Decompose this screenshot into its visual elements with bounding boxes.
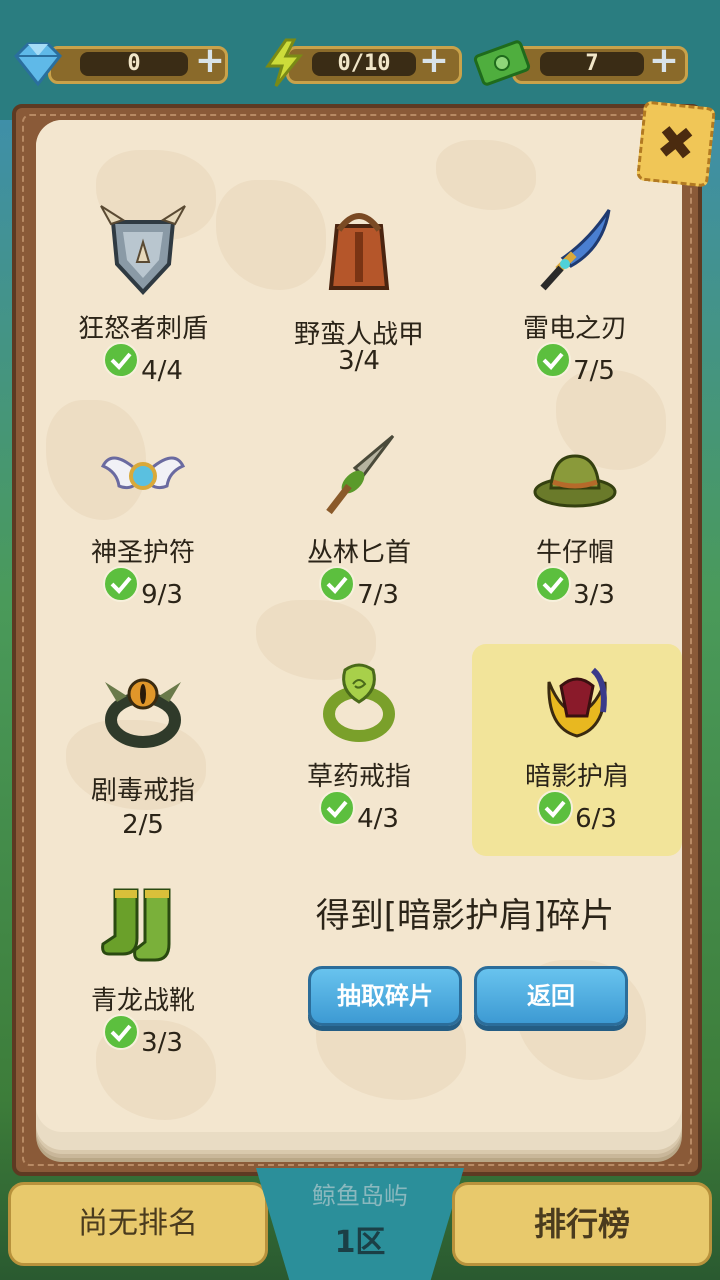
item-count: 4/3: [357, 804, 399, 834]
item-progress: 7/3: [254, 566, 464, 610]
item-count: 9/3: [141, 580, 183, 610]
item-name: 牛仔帽: [535, 538, 614, 568]
cash-counter: 7 +: [472, 38, 690, 88]
item-count: 4/4: [141, 356, 183, 386]
check-icon: [537, 790, 574, 826]
cowboy-hat-icon: [533, 454, 617, 508]
item-count: 3/4: [338, 346, 380, 376]
spiked-shield-icon: [100, 205, 186, 295]
cash-icon: [473, 40, 531, 86]
item-progress: 9/3: [38, 566, 248, 610]
item-count: 3/3: [141, 1028, 183, 1058]
close-button[interactable]: ✖: [636, 100, 716, 188]
check-icon: [103, 1014, 140, 1050]
item-count: 3/3: [573, 580, 615, 610]
energy-value: 0/10: [312, 52, 416, 76]
item-progress: 3/3: [470, 566, 680, 610]
shoulder-pad-icon: [547, 667, 607, 738]
jungle-dagger-icon: [326, 434, 395, 515]
back-button[interactable]: 返回: [474, 966, 628, 1026]
green-boots-icon: [101, 888, 171, 962]
item-count: 7/3: [357, 580, 399, 610]
cash-value: 7: [540, 52, 644, 76]
lightning-icon: [265, 38, 304, 87]
item-slot-leather-armor[interactable]: 野蛮人战甲 3/4: [254, 188, 464, 400]
check-icon: [319, 566, 356, 602]
item-slot-cowboy-hat[interactable]: 牛仔帽 3/3: [470, 412, 680, 624]
item-name: 神圣护符: [90, 538, 195, 568]
check-icon: [535, 342, 572, 378]
bottom-bar: 尚无排名 鲸鱼岛屿 1区 排行榜: [0, 1168, 720, 1280]
diamond-value: 0: [80, 52, 188, 76]
item-slot-herb-ring[interactable]: 草药戒指 4/3: [254, 636, 464, 848]
eye-ring-icon: [105, 678, 181, 748]
item-progress: 2/5: [38, 800, 248, 840]
rank-status: 尚无排名: [8, 1182, 268, 1266]
server-indicator: 鲸鱼岛屿 1区: [256, 1168, 464, 1280]
blue-sword-icon: [540, 209, 611, 291]
item-name: 雷电之刃: [522, 314, 627, 344]
check-icon: [103, 566, 140, 602]
item-progress: 3/3: [38, 1014, 248, 1058]
herb-ring-icon: [323, 663, 395, 742]
item-slot-winged-amulet[interactable]: 神圣护符 9/3: [38, 412, 248, 624]
server-name: 鲸鱼岛屿: [312, 1182, 408, 1210]
item-name: 暗影护肩: [524, 762, 629, 792]
item-slot-spiked-shield[interactable]: 狂怒者刺盾 4/4: [38, 188, 248, 400]
leather-armor-icon: [328, 213, 390, 290]
item-name: 草药戒指: [306, 762, 411, 792]
item-slot-jungle-dagger[interactable]: 丛林匕首 7/3: [254, 412, 464, 624]
check-icon: [535, 566, 572, 602]
check-icon: [319, 790, 356, 826]
item-slot-eye-ring[interactable]: 剧毒戒指 2/5: [38, 644, 248, 856]
item-slot-shoulder-pad[interactable]: 暗影护肩 6/3: [472, 644, 682, 856]
check-icon: [103, 342, 140, 378]
item-progress: 7/5: [470, 342, 680, 386]
server-zone: 1区: [334, 1225, 386, 1260]
item-progress: 4/4: [38, 342, 248, 386]
leaderboard-button[interactable]: 排行榜: [452, 1182, 712, 1266]
draw-fragment-button[interactable]: 抽取碎片: [308, 966, 462, 1026]
energy-counter: 0/10 +: [256, 38, 462, 88]
add-cash-button[interactable]: +: [648, 43, 680, 79]
item-name: 狂怒者刺盾: [77, 314, 208, 344]
diamond-icon: [13, 42, 63, 87]
fragment-obtained-message: 得到[暗影护肩]碎片: [315, 896, 615, 936]
add-energy-button[interactable]: +: [418, 43, 450, 79]
add-diamond-button[interactable]: +: [194, 43, 226, 79]
item-name: 青龙战靴: [90, 986, 195, 1016]
item-progress: 3/4: [254, 336, 464, 376]
diamond-counter: 0 +: [8, 38, 230, 88]
item-slot-blue-sword[interactable]: 雷电之刃 7/5: [470, 188, 680, 400]
winged-amulet-icon: [100, 456, 186, 490]
item-progress: 4/3: [254, 790, 464, 834]
item-slot-green-boots[interactable]: 青龙战靴 3/3: [38, 860, 248, 1072]
item-name: 丛林匕首: [306, 538, 411, 568]
item-count: 2/5: [122, 810, 164, 840]
item-count: 7/5: [573, 356, 615, 386]
item-progress: 6/3: [472, 790, 682, 834]
item-count: 6/3: [575, 804, 617, 834]
